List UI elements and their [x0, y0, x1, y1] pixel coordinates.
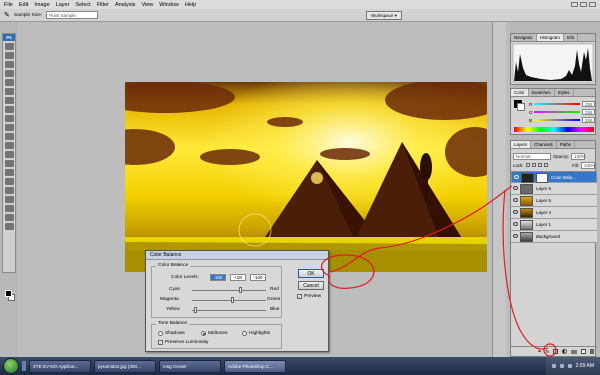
annotation-arrow-top — [329, 185, 513, 273]
tray-icon[interactable] — [559, 364, 564, 368]
taskbar-item-photoshop[interactable]: Adobe Photoshop C... — [224, 359, 286, 373]
taskbar: ZTE EV-DO Applicat... pyramids2.jpg (300… — [0, 357, 600, 375]
clock: 2:09 AM — [575, 363, 594, 369]
quick-launch-icon[interactable] — [22, 361, 26, 371]
taskbar-item-msg-center[interactable]: msg Center — [159, 359, 221, 373]
taskbar-item-pyramids[interactable]: pyramids2.jpg (300... — [94, 359, 156, 373]
red-annotation-overlay — [320, 185, 557, 357]
system-tray: 2:09 AM — [545, 357, 600, 375]
annotation-circle — [543, 343, 557, 357]
tray-icon[interactable] — [567, 364, 572, 368]
annotation-arrow-bottom — [502, 189, 549, 350]
annotation-loop — [320, 254, 375, 289]
tray-icon[interactable] — [551, 364, 556, 368]
taskbar-item-zte[interactable]: ZTE EV-DO Applicat... — [29, 359, 91, 373]
start-button[interactable] — [3, 358, 19, 374]
